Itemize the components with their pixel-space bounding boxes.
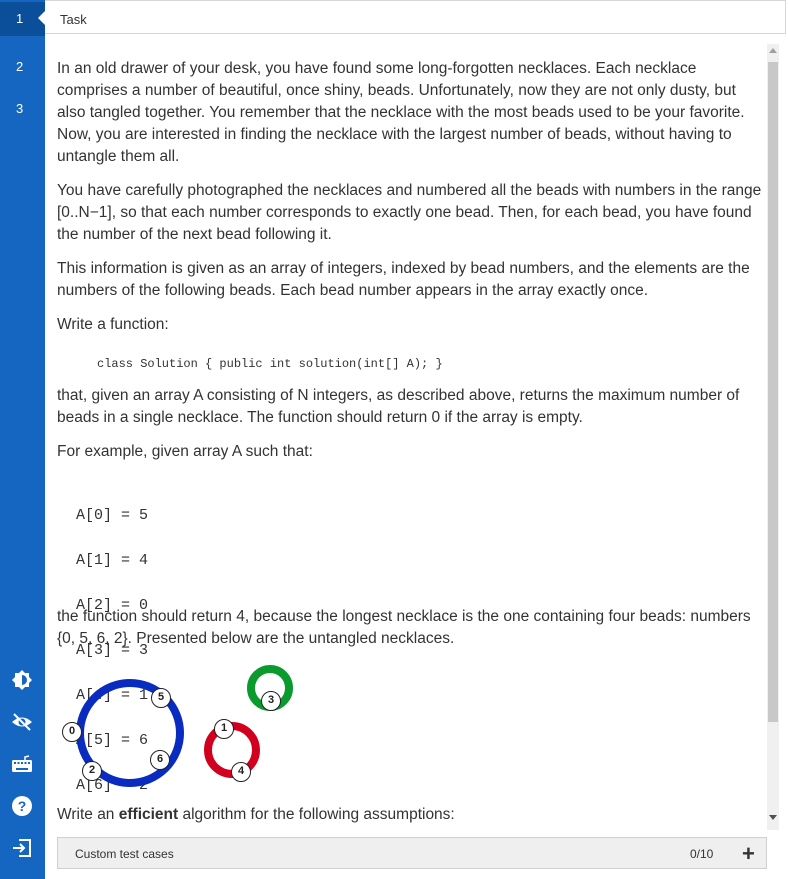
keyboard-icon[interactable] xyxy=(10,752,34,776)
paragraph-6: For example, given array A such that: xyxy=(57,443,313,460)
contrast-icon[interactable] xyxy=(10,668,34,692)
bead-5: 5 xyxy=(151,688,171,708)
bead-2: 2 xyxy=(82,761,102,781)
custom-test-cases-label: Custom test cases xyxy=(75,847,174,861)
visibility-icon[interactable] xyxy=(10,710,34,734)
paragraph-1: In an old drawer of your desk, you have … xyxy=(57,60,745,165)
bead-1: 1 xyxy=(214,719,234,739)
main-panel: Task In an old drawer of your desk, you … xyxy=(45,0,788,879)
array-line: A[1] = 4 xyxy=(76,552,149,569)
scroll-down-arrow[interactable] xyxy=(769,815,777,820)
tab-1-label: 1 xyxy=(16,11,24,26)
tab-3-label: 3 xyxy=(16,101,24,116)
custom-test-cases-bar[interactable]: Custom test cases 0/10 + xyxy=(57,837,767,869)
paragraph-8-bold: efficient xyxy=(118,806,179,823)
bead-4: 4 xyxy=(231,762,251,782)
svg-text:?: ? xyxy=(18,798,27,814)
array-line: A[0] = 5 xyxy=(76,507,149,524)
paragraph-7: the function should return 4, because th… xyxy=(57,608,751,647)
code-signature: class Solution { public int solution(int… xyxy=(97,357,443,371)
exit-icon[interactable] xyxy=(10,836,34,860)
tab-2[interactable]: 2 xyxy=(0,50,45,84)
tab-2-label: 2 xyxy=(16,59,24,74)
paragraph-5: that, given an array A consisting of N i… xyxy=(57,387,740,426)
active-tab-arrow xyxy=(38,11,45,25)
scrollbar-thumb[interactable] xyxy=(768,62,778,722)
bead-3: 3 xyxy=(261,691,281,711)
bead-0: 0 xyxy=(62,722,82,742)
paragraph-8-prefix: Write an xyxy=(57,806,119,823)
paragraph-3: This information is given as an array of… xyxy=(57,260,750,299)
bead-6: 6 xyxy=(150,750,170,770)
task-tab-label: Task xyxy=(60,12,87,27)
paragraph-4: Write a function: xyxy=(57,316,169,333)
paragraph-8-suffix: algorithm for the following assumptions: xyxy=(178,806,455,823)
help-icon[interactable]: ? xyxy=(10,794,34,818)
paragraph-8: Write an efficient algorithm for the fol… xyxy=(57,804,455,826)
test-case-count: 0/10 xyxy=(690,847,714,861)
scroll-up-arrow[interactable] xyxy=(769,48,777,53)
sidebar: 1 2 3 ? xyxy=(0,0,45,879)
paragraph-2: You have carefully photographed the neck… xyxy=(57,182,762,243)
task-tab[interactable]: Task xyxy=(45,0,786,34)
add-test-case-button[interactable]: + xyxy=(742,841,755,867)
tab-3[interactable]: 3 xyxy=(0,92,45,126)
